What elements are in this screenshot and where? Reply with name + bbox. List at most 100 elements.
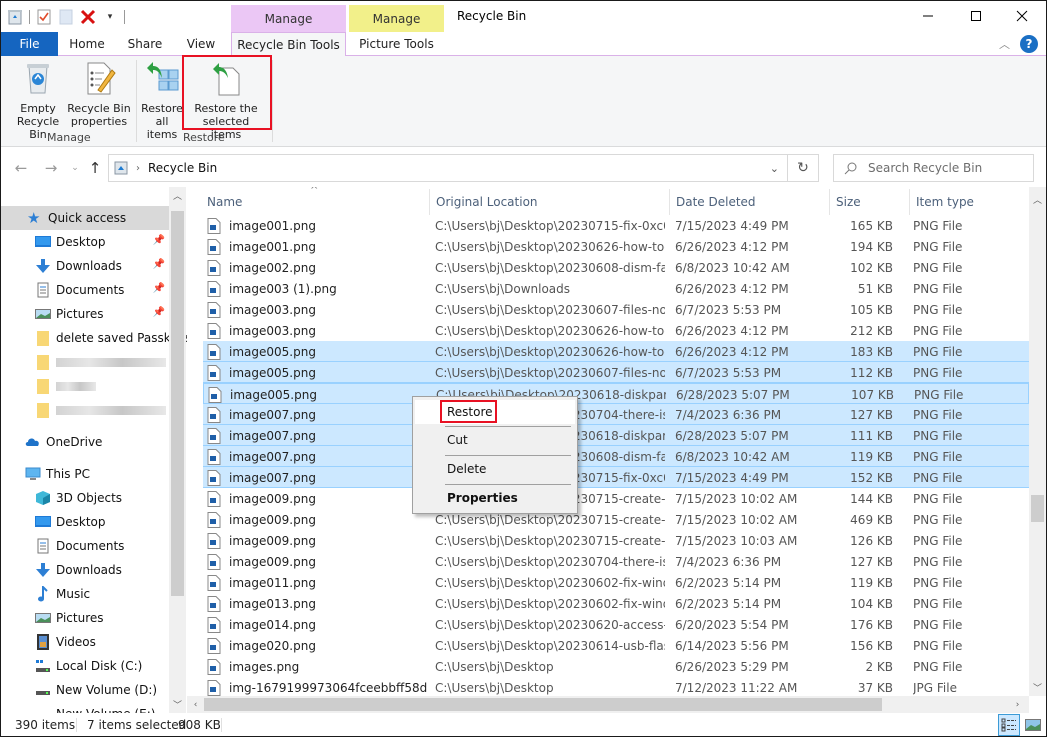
scroll-down-icon[interactable]: ﹀ (169, 696, 186, 713)
file-row[interactable]: image007.png C:\Users\bj\Desktop\2023070… (203, 404, 1029, 425)
tab-picture-tools[interactable]: Picture Tools (349, 32, 444, 56)
nav-quick-pictures[interactable]: Pictures 📌 (1, 302, 169, 326)
nav-quick-delete-saved-passkeys[interactable]: delete saved Passkeys (1, 326, 187, 350)
nav-blurred-folder[interactable] (1, 398, 169, 422)
file-row[interactable]: image003.png C:\Users\bj\Desktop\2023062… (203, 320, 1029, 341)
file-row[interactable]: image005.png C:\Users\bj\Desktop\2023062… (203, 341, 1029, 362)
column-header-size[interactable]: Size (836, 187, 861, 217)
file-row[interactable]: image001.png C:\Users\bj\Desktop\2023062… (203, 236, 1029, 257)
file-row[interactable]: image020.png C:\Users\bj\Desktop\2023061… (203, 635, 1029, 656)
context-menu-cut[interactable]: Cut (415, 428, 575, 452)
up-button[interactable]: ↑ (85, 158, 105, 178)
scroll-up-icon[interactable]: ︿ (1029, 191, 1046, 208)
customize-dropdown-icon[interactable]: ▾ (102, 9, 118, 25)
nav-pc-pictures[interactable]: Pictures (1, 606, 169, 630)
nav-onedrive[interactable]: OneDrive (1, 430, 169, 454)
column-header-item-type[interactable]: Item type (916, 187, 974, 217)
nav-pc-music[interactable]: Music (1, 582, 169, 606)
context-menu-delete[interactable]: Delete (415, 457, 575, 481)
empty-recycle-bin-button[interactable]: Empty Recycle Bin (7, 60, 69, 141)
file-row[interactable]: image003.png C:\Users\bj\Desktop\2023060… (203, 299, 1029, 320)
new-folder-icon[interactable] (58, 9, 74, 25)
tab-view[interactable]: View (177, 32, 225, 56)
file-row[interactable]: image001.png C:\Users\bj\Desktop\2023071… (203, 215, 1029, 236)
nav-pane-scrollbar[interactable]: ︿ ﹀ (169, 187, 186, 713)
file-row[interactable]: image009.png C:\Users\bj\Desktop\2023071… (203, 488, 1029, 509)
nav-pc-local-disk-c[interactable]: Local Disk (C:) (1, 654, 169, 678)
tab-share[interactable]: Share (119, 32, 171, 56)
back-button[interactable]: ← (11, 158, 31, 178)
column-divider[interactable] (429, 189, 430, 215)
column-divider[interactable] (909, 189, 910, 215)
tab-home[interactable]: Home (61, 32, 113, 56)
properties-check-icon[interactable] (36, 9, 52, 25)
horizontal-scroll-thumb[interactable] (204, 698, 882, 711)
column-divider[interactable] (669, 189, 670, 215)
tab-recycle-bin-tools[interactable]: Recycle Bin Tools (231, 32, 346, 57)
file-list-horizontal-scrollbar[interactable]: ‹ › (187, 696, 1029, 713)
nav-quick-downloads[interactable]: Downloads 📌 (1, 254, 169, 278)
forward-button[interactable]: → (41, 158, 61, 178)
delete-x-icon[interactable] (80, 9, 96, 25)
nav-this-pc[interactable]: This PC (1, 462, 169, 486)
scroll-right-icon[interactable]: › (1009, 696, 1026, 713)
pin-icon[interactable]: 📌 (153, 283, 165, 294)
file-row[interactable]: img-1679199973064fceebbff58d9c9... C:\Us… (203, 677, 1029, 696)
context-menu-properties[interactable]: Properties (415, 486, 575, 510)
column-header-date-deleted[interactable]: Date Deleted (676, 187, 756, 217)
nav-pc-documents[interactable]: Documents (1, 534, 169, 558)
nav-pc-new-volume-e[interactable]: New Volume (E:) (1, 702, 169, 713)
large-icons-view-button[interactable] (1022, 714, 1044, 736)
recycle-bin-icon[interactable] (7, 9, 23, 25)
maximize-button[interactable] (953, 1, 999, 31)
nav-pc-desktop[interactable]: Desktop (1, 510, 169, 534)
file-row[interactable]: image009.png C:\Users\bj\Desktop\2023070… (203, 551, 1029, 572)
pin-icon[interactable]: 📌 (153, 235, 165, 246)
tab-file[interactable]: File (1, 32, 58, 56)
nav-pc-videos[interactable]: Videos (1, 630, 169, 654)
file-row[interactable]: image009.png C:\Users\bj\Desktop\2023071… (203, 530, 1029, 551)
nav-pc-downloads[interactable]: Downloads (1, 558, 169, 582)
file-row[interactable]: image002.png C:\Users\bj\Desktop\2023060… (203, 257, 1029, 278)
restore-all-items-button[interactable]: Restore all items (139, 60, 185, 141)
file-row[interactable]: image005.png C:\Users\bj\Desktop\2023060… (203, 362, 1029, 383)
search-input[interactable]: Search Recycle Bin (833, 154, 1034, 182)
file-row[interactable]: images.png C:\Users\bj\Desktop 6/26/2023… (203, 656, 1029, 677)
file-row[interactable]: image007.png C:\Users\bj\Desktop\2023061… (203, 425, 1029, 446)
nav-blurred-folder[interactable] (1, 350, 169, 374)
column-header-original-location[interactable]: Original Location (436, 187, 538, 217)
file-row[interactable]: image009.png C:\Users\bj\Desktop\2023071… (203, 509, 1029, 530)
recent-locations-button[interactable]: ⌄ (65, 158, 85, 178)
file-row[interactable]: image007.png C:\Users\bj\Desktop\2023060… (203, 446, 1029, 467)
file-row[interactable]: image007.png C:\Users\bj\Desktop\2023071… (203, 467, 1029, 488)
help-icon[interactable]: ? (1020, 35, 1038, 53)
file-row[interactable]: image003 (1).png C:\Users\bj\Downloads 6… (203, 278, 1029, 299)
nav-quick-access[interactable]: ★ Quick access (1, 206, 169, 230)
nav-pc-new-volume-d[interactable]: New Volume (D:) (1, 678, 169, 702)
details-view-button[interactable] (998, 714, 1020, 736)
nav-blurred-folder[interactable] (1, 374, 169, 398)
address-bar[interactable]: › Recycle Bin ⌄ (108, 154, 788, 182)
pin-icon[interactable]: 📌 (153, 307, 165, 318)
nav-pc-3d-objects[interactable]: 3D Objects (1, 486, 169, 510)
file-row[interactable]: image011.png C:\Users\bj\Desktop\2023060… (203, 572, 1029, 593)
breadcrumb-recycle-bin[interactable]: Recycle Bin (148, 161, 217, 175)
pin-icon[interactable]: 📌 (153, 259, 165, 270)
scroll-left-icon[interactable]: ‹ (187, 696, 204, 713)
nav-scroll-thumb[interactable] (171, 211, 184, 596)
column-divider[interactable] (829, 189, 830, 215)
recycle-bin-properties-button[interactable]: Recycle Bin properties (67, 60, 131, 128)
file-list-scroll-thumb[interactable] (1031, 495, 1044, 522)
nav-quick-desktop[interactable]: Desktop 📌 (1, 230, 169, 254)
scroll-up-icon[interactable]: ︿ (169, 187, 186, 204)
file-row[interactable]: image014.png C:\Users\bj\Desktop\2023062… (203, 614, 1029, 635)
file-row[interactable]: image013.png C:\Users\bj\Desktop\2023060… (203, 593, 1029, 614)
nav-quick-documents[interactable]: Documents 📌 (1, 278, 169, 302)
minimize-button[interactable] (905, 1, 951, 31)
refresh-button[interactable]: ↻ (788, 154, 819, 182)
file-list-vertical-scrollbar[interactable]: ︿ ﹀ (1029, 187, 1046, 696)
file-row[interactable]: image005.png C:\Users\bj\Desktop\2023061… (203, 383, 1029, 404)
address-dropdown-icon[interactable]: ⌄ (770, 162, 779, 175)
collapse-ribbon-icon[interactable]: ︿ (999, 36, 1010, 52)
column-header-name[interactable]: Name (207, 187, 242, 217)
